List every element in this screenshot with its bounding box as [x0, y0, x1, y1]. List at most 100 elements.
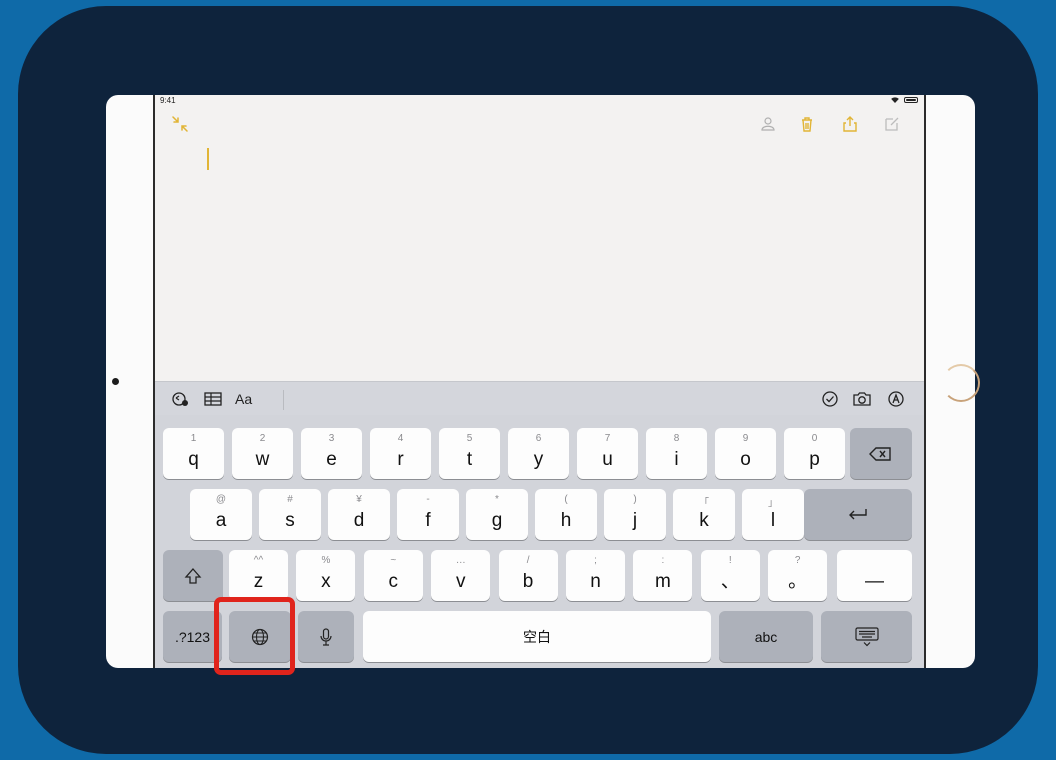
shift-key[interactable] — [163, 550, 223, 601]
format-toolbar: Aa — [155, 381, 924, 416]
key-label: p — [809, 449, 820, 470]
key-alt-label: 」 — [768, 498, 778, 509]
key-row1-8[interactable]: 9o — [715, 428, 776, 479]
battery-icon — [904, 97, 918, 103]
key-row3-6[interactable]: :m — [633, 550, 693, 601]
key-alt-label: … — [455, 555, 466, 566]
delete-key[interactable] — [850, 428, 912, 479]
shift-icon — [184, 567, 202, 584]
key-alt-label: ¥ — [356, 494, 362, 505]
key-alt-label: ^^ — [253, 555, 264, 566]
key-label: g — [491, 510, 503, 531]
key-row1-7[interactable]: 8i — [646, 428, 707, 479]
key-row3-5[interactable]: ; n — [566, 550, 625, 601]
key-label: t — [466, 449, 473, 470]
key-alt-label: : — [661, 555, 665, 566]
key-row1-1[interactable]: 2w — [232, 428, 293, 479]
key-row3-1[interactable]: % x — [296, 550, 356, 601]
key-row1-3[interactable]: 4r — [370, 428, 431, 479]
trash-icon[interactable] — [798, 115, 816, 133]
key-row1-0[interactable]: 1q — [163, 428, 224, 479]
key-row3-7[interactable]: !、 — [700, 550, 760, 601]
notes-screen: 9:41 Aa 1 q 2 w 3 e 4 r 5 t 6 y 7 u 8 i … — [153, 95, 926, 668]
key-row1-2[interactable]: 3e — [301, 428, 362, 479]
key-alt-label: 4 — [397, 433, 404, 444]
dash-key[interactable]: — — [837, 550, 912, 601]
key-label: r — [397, 449, 404, 470]
abc-key[interactable]: abc — [719, 611, 813, 662]
key-row1-5[interactable]: 6y — [508, 428, 569, 479]
dictation-key[interactable] — [298, 611, 354, 662]
globe-key-highlight — [214, 597, 295, 675]
key-label: e — [326, 449, 337, 470]
key-row2-6[interactable]: ) j — [604, 489, 666, 540]
key-label: 。 — [788, 571, 808, 592]
key-label: l — [770, 510, 776, 531]
checklist-icon[interactable] — [821, 390, 839, 408]
key-alt-label: - — [426, 494, 430, 505]
key-row3-0[interactable]: ^^ z — [229, 550, 288, 601]
key-label: z — [253, 571, 264, 592]
key-label: 、 — [720, 571, 740, 592]
key-label: n — [590, 571, 601, 592]
key-alt-label: 7 — [604, 433, 611, 444]
key-label: q — [188, 449, 199, 470]
text-cursor — [207, 148, 209, 170]
key-label: v — [455, 571, 466, 592]
key-label: w — [255, 449, 270, 470]
key-row2-8[interactable]: 」 l — [742, 489, 804, 540]
backspace-icon — [869, 446, 891, 461]
key-alt-label: 9 — [742, 433, 749, 444]
toolbar-divider — [283, 390, 284, 410]
key-row2-7[interactable]: 「k — [673, 489, 735, 540]
status-time: 9:41 — [160, 96, 176, 105]
return-key[interactable] — [804, 489, 912, 540]
key-alt-label: ? — [794, 555, 801, 566]
collapse-icon[interactable] — [171, 115, 189, 133]
key-alt-label: ~ — [390, 555, 397, 566]
key-alt-label: / — [526, 555, 530, 566]
key-row2-4[interactable]: * g — [466, 489, 528, 540]
key-alt-label: @ — [215, 494, 227, 505]
key-row3-4[interactable]: / b — [498, 550, 558, 601]
undo-redo-icon[interactable] — [171, 390, 191, 408]
wifi-icon — [891, 97, 899, 103]
key-label: k — [699, 510, 709, 531]
key-alt-label: ! — [728, 555, 732, 566]
key-row3-3[interactable]: … v — [431, 550, 491, 601]
key-label: i — [674, 449, 679, 470]
key-row1-6[interactable]: 7u — [577, 428, 638, 479]
key-alt-label: ; — [594, 555, 597, 566]
front-camera — [112, 378, 119, 385]
camera-icon[interactable] — [852, 390, 872, 408]
key-row2-5[interactable]: (h — [535, 489, 597, 540]
key-row2-3[interactable]: -f — [397, 489, 459, 540]
key-row2-0[interactable]: @ a — [190, 489, 252, 540]
key-label: b — [522, 571, 534, 592]
key-alt-label: # — [287, 494, 293, 505]
key-alt-label: * — [495, 494, 499, 505]
markup-icon[interactable] — [887, 390, 905, 408]
key-label: m — [654, 571, 671, 592]
share-collaborate-icon — [761, 117, 775, 131]
dismiss-keyboard-key[interactable] — [821, 611, 912, 662]
key-row1-4[interactable]: 5t — [439, 428, 500, 479]
table-icon[interactable] — [204, 390, 222, 408]
home-button[interactable] — [942, 364, 980, 402]
key-label: h — [560, 510, 572, 531]
return-icon — [849, 508, 867, 519]
key-label: o — [740, 449, 751, 470]
key-row1-9[interactable]: 0p — [784, 428, 845, 479]
key-alt-label: 「 — [699, 498, 709, 509]
key-alt-label: ( — [564, 494, 568, 505]
key-row2-2[interactable]: ¥ d — [328, 489, 390, 540]
status-indicators — [890, 97, 918, 103]
space-key[interactable]: 空白 — [363, 611, 711, 662]
key-row3-8[interactable]: ?。 — [768, 550, 828, 601]
key-row3-2[interactable]: ~ c — [363, 550, 423, 601]
share-icon[interactable] — [841, 115, 859, 133]
text-style-button[interactable]: Aa — [235, 390, 252, 408]
key-label: a — [215, 510, 227, 531]
key-alt-label: 0 — [811, 433, 818, 444]
key-row2-1[interactable]: # s — [259, 489, 321, 540]
